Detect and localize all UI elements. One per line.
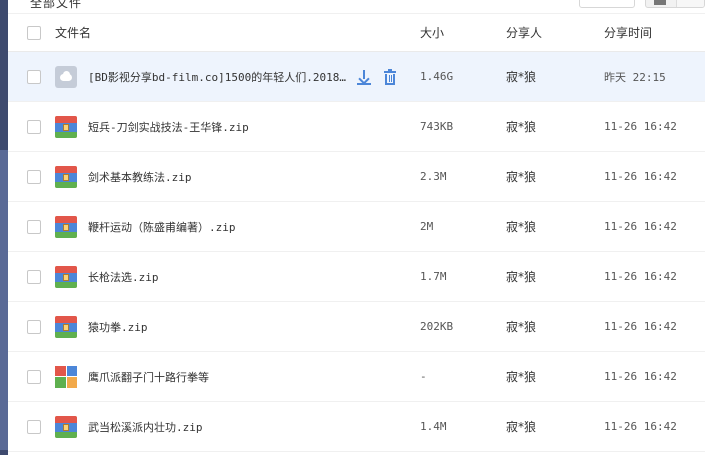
column-header-sharer[interactable]: 分享人 — [506, 24, 604, 41]
view-toggle-button[interactable] — [645, 0, 705, 8]
file-name-link[interactable]: 剑术基本教练法.zip — [88, 169, 192, 185]
share-time: 11-26 16:42 — [604, 320, 677, 333]
table-row[interactable]: 长枪法选.zip 1.7M 寂*狼 11-26 16:42 — [8, 252, 705, 302]
zip-file-icon — [55, 415, 77, 438]
toolbar-button[interactable] — [579, 0, 635, 8]
table-row[interactable]: [BD影视分享bd-film.co]1500的年轻人们.2018… 1.46G … — [8, 52, 705, 102]
file-name-link[interactable]: 鞭杆运动（陈盛甫编著）.zip — [88, 219, 236, 235]
cloud-file-icon — [55, 65, 77, 88]
row-checkbox[interactable] — [27, 119, 41, 134]
column-header-name-label: 文件名 — [55, 26, 92, 40]
file-size: 1.4M — [420, 420, 447, 433]
file-size: 1.7M — [420, 270, 447, 283]
table-row[interactable]: 鹰爪派翻子门十路行拳等 - 寂*狼 11-26 16:42 — [8, 352, 705, 402]
column-header-size[interactable]: 大小 — [420, 24, 506, 41]
table-header: 文件名 大小 分享人 分享时间 — [8, 14, 705, 52]
sharer-name: 寂*狼 — [506, 320, 537, 334]
share-time: 11-26 16:42 — [604, 220, 677, 233]
share-time: 11-26 16:42 — [604, 370, 677, 383]
file-size: 743KB — [420, 120, 454, 133]
multi-app-icon — [55, 365, 77, 388]
share-time: 11-26 16:42 — [604, 120, 677, 133]
share-time: 11-26 16:42 — [604, 420, 677, 433]
file-size: 1.46G — [420, 70, 454, 83]
select-all-checkbox[interactable] — [27, 25, 41, 40]
column-header-time[interactable]: 分享时间 — [604, 24, 705, 41]
sharer-name: 寂*狼 — [506, 120, 537, 134]
sharer-name: 寂*狼 — [506, 220, 537, 234]
zip-file-icon — [55, 315, 77, 338]
download-icon[interactable] — [356, 69, 372, 85]
file-name-link[interactable]: 猿功拳.zip — [88, 319, 148, 335]
share-time: 昨天 22:15 — [604, 70, 666, 84]
toolbar-strip: 全部文件 — [8, 0, 705, 14]
file-name-link[interactable]: 武当松溪派内壮功.zip — [88, 419, 203, 435]
table-row[interactable]: 剑术基本教练法.zip 2.3M 寂*狼 11-26 16:42 — [8, 152, 705, 202]
file-name-link[interactable]: [BD影视分享bd-film.co]1500的年轻人们.2018… — [88, 69, 346, 85]
grid-view-icon[interactable] — [676, 0, 704, 7]
row-checkbox[interactable] — [27, 319, 41, 334]
sharer-name: 寂*狼 — [506, 170, 537, 184]
table-row[interactable]: 短兵-刀剑实战技法-王华锋.zip 743KB 寂*狼 11-26 16:42 — [8, 102, 705, 152]
zip-file-icon — [55, 115, 77, 138]
file-name-link[interactable]: 鹰爪派翻子门十路行拳等 — [88, 369, 209, 385]
file-table: 文件名 大小 分享人 分享时间 [BD影视分享bd-film.co]1500的年… — [8, 14, 705, 452]
column-header-name[interactable]: 文件名 — [55, 24, 420, 41]
left-sidebar-edge — [0, 0, 8, 455]
list-view-icon[interactable] — [654, 0, 666, 5]
table-row[interactable]: 猿功拳.zip 202KB 寂*狼 11-26 16:42 — [8, 302, 705, 352]
sharer-name: 寂*狼 — [506, 370, 537, 384]
file-size: 2M — [420, 220, 434, 233]
sharer-name: 寂*狼 — [506, 420, 537, 434]
file-size: 202KB — [420, 320, 454, 333]
sharer-name: 寂*狼 — [506, 70, 537, 84]
row-checkbox[interactable] — [27, 69, 41, 84]
row-checkbox[interactable] — [27, 219, 41, 234]
row-checkbox[interactable] — [27, 369, 41, 384]
zip-file-icon — [55, 265, 77, 288]
row-checkbox[interactable] — [27, 269, 41, 284]
page-title: 全部文件 — [30, 0, 83, 10]
row-checkbox[interactable] — [27, 419, 41, 434]
table-row[interactable]: 鞭杆运动（陈盛甫编著）.zip 2M 寂*狼 11-26 16:42 — [8, 202, 705, 252]
file-name-link[interactable]: 长枪法选.zip — [88, 269, 159, 285]
sharer-name: 寂*狼 — [506, 270, 537, 284]
file-size: 2.3M — [420, 170, 447, 183]
share-time: 11-26 16:42 — [604, 270, 677, 283]
zip-file-icon — [55, 215, 77, 238]
row-checkbox[interactable] — [27, 169, 41, 184]
delete-icon[interactable] — [382, 68, 398, 85]
file-size: - — [420, 370, 427, 383]
file-name-link[interactable]: 短兵-刀剑实战技法-王华锋.zip — [88, 119, 249, 135]
table-row[interactable]: 武当松溪派内壮功.zip 1.4M 寂*狼 11-26 16:42 — [8, 402, 705, 452]
sidebar-highlight — [0, 150, 8, 450]
share-time: 11-26 16:42 — [604, 170, 677, 183]
zip-file-icon — [55, 165, 77, 188]
